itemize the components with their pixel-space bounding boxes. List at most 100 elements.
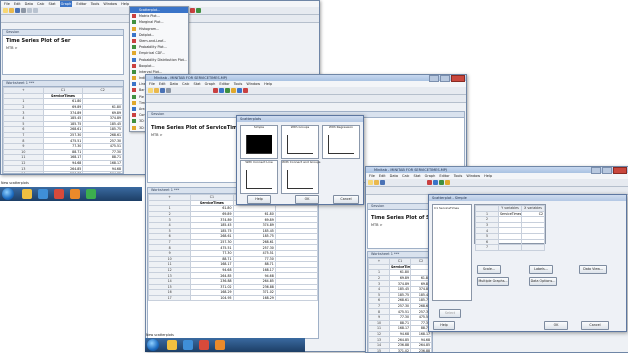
new-icon[interactable] — [148, 88, 153, 93]
with-connect-line-option[interactable]: With Connect Line — [240, 160, 278, 194]
with-connect-groups-option[interactable]: With Connect and Groups — [281, 160, 320, 194]
print-icon[interactable] — [166, 88, 171, 93]
variables-grid[interactable]: Y variables X variables 1 ServiceTimes C2 2 3 4… — [475, 205, 545, 251]
menu-tools[interactable]: Tools — [91, 1, 100, 7]
cut-icon[interactable] — [27, 8, 32, 13]
taskbar-icon[interactable] — [54, 189, 64, 199]
cell[interactable]: 236.88 — [42, 170, 84, 173]
mtb-prompt[interactable]: MTB > — [3, 44, 123, 52]
graph-tool-icon[interactable] — [213, 88, 218, 93]
help-button[interactable]: Help — [433, 321, 455, 330]
cell[interactable]: 236.88 — [410, 347, 432, 352]
taskbar-icon[interactable] — [199, 340, 209, 350]
worksheet-grid[interactable]: +C1C2C3ServiceTimes161.80269.8961.803374… — [148, 194, 318, 302]
graph-tool-icon[interactable] — [196, 8, 201, 13]
print-icon[interactable] — [21, 8, 26, 13]
start-button[interactable] — [2, 188, 14, 200]
copy-icon[interactable] — [33, 8, 38, 13]
column-name[interactable]: ServiceTimes — [389, 263, 411, 271]
menu-file[interactable]: File — [149, 81, 155, 87]
open-icon[interactable] — [374, 180, 379, 185]
ok-button[interactable]: OK — [544, 321, 568, 330]
graph-tool-icon[interactable] — [231, 88, 236, 93]
close-icon[interactable] — [613, 167, 627, 174]
menu-editor[interactable]: Editor — [76, 1, 86, 7]
menu-window[interactable]: Window — [103, 1, 117, 7]
maximize-icon[interactable] — [440, 75, 450, 82]
graph-tool-icon[interactable] — [445, 180, 450, 185]
taskbar-icon[interactable] — [183, 340, 193, 350]
new-icon[interactable] — [368, 180, 373, 185]
menu-window[interactable]: Window — [246, 81, 260, 87]
save-icon[interactable] — [380, 180, 385, 185]
cancel-button[interactable]: Cancel — [333, 195, 359, 204]
menu-file[interactable]: File — [369, 173, 375, 179]
menu-calc[interactable]: Calc — [402, 173, 410, 179]
menu-stat[interactable]: Stat — [194, 81, 201, 87]
open-icon[interactable] — [154, 88, 159, 93]
cancel-button[interactable]: Cancel — [581, 321, 609, 330]
menu-help[interactable]: Help — [264, 81, 272, 87]
menu-edit[interactable]: Edit — [379, 173, 386, 179]
graph-tool-icon[interactable] — [243, 88, 248, 93]
open-icon[interactable] — [9, 8, 14, 13]
help-button[interactable]: Help — [247, 195, 271, 204]
x-variable-cell[interactable] — [521, 244, 545, 251]
worksheet-grid[interactable]: +C1C2ServiceTimes161.80269.8961.803374.8… — [368, 258, 432, 352]
cell[interactable]: 168.29 — [232, 294, 276, 302]
variables-table[interactable]: Y variables X variables 1 ServiceTimes C2 2 3 4… — [474, 204, 546, 251]
menu-data[interactable]: Data — [170, 81, 178, 87]
with-regression-option[interactable]: With Regression — [322, 125, 360, 159]
menu-data[interactable]: Data — [390, 173, 398, 179]
cell[interactable]: 104.95 — [190, 294, 234, 302]
select-button[interactable]: Select — [439, 309, 461, 318]
column-list-item[interactable]: C1 ServiceTimes — [434, 206, 459, 210]
menu-graph[interactable]: Graph — [59, 1, 73, 7]
y-variable-cell[interactable] — [498, 244, 522, 251]
graph-tool-icon[interactable] — [219, 88, 224, 93]
menu-stat[interactable]: Stat — [49, 1, 56, 7]
menu-editor[interactable]: Editor — [219, 81, 229, 87]
new-icon[interactable] — [3, 8, 8, 13]
minimize-icon[interactable] — [429, 75, 439, 82]
cell[interactable]: 371.02 — [389, 347, 411, 352]
taskbar-icon[interactable] — [167, 340, 177, 350]
taskbar-icon[interactable] — [215, 340, 225, 350]
menu-editor[interactable]: Editor — [439, 173, 449, 179]
data-options-button[interactable]: Data Options... — [529, 277, 557, 286]
cell[interactable]: 264.85 — [82, 170, 123, 173]
data-view-button[interactable]: Data View... — [579, 265, 607, 274]
graph-tool-icon[interactable] — [237, 88, 242, 93]
start-button[interactable] — [147, 339, 159, 351]
minimize-icon[interactable] — [591, 167, 601, 174]
menu-help[interactable]: Help — [484, 173, 492, 179]
menu-data[interactable]: Data — [25, 1, 33, 7]
menu-edit[interactable]: Edit — [159, 81, 166, 87]
cell[interactable] — [274, 294, 318, 302]
maximize-icon[interactable] — [602, 167, 612, 174]
menu-tools[interactable]: Tools — [454, 173, 463, 179]
menu-stat[interactable]: Stat — [414, 173, 421, 179]
graph-tool-icon[interactable] — [439, 180, 444, 185]
graph-tool-icon[interactable] — [433, 180, 438, 185]
taskbar-icon[interactable] — [38, 189, 48, 199]
close-icon[interactable] — [451, 75, 465, 82]
menu-window[interactable]: Window — [466, 173, 480, 179]
menu-graph[interactable]: Graph — [425, 173, 436, 179]
menu-graph[interactable]: Graph — [205, 81, 216, 87]
graph-tool-icon[interactable] — [190, 8, 195, 13]
menu-calc[interactable]: Calc — [37, 1, 45, 7]
with-groups-option[interactable]: With Groups — [281, 125, 319, 159]
column-list[interactable]: C1 ServiceTimes — [432, 204, 472, 301]
taskbar-icon[interactable] — [86, 189, 96, 199]
menu-help[interactable]: Help — [121, 1, 129, 7]
save-icon[interactable] — [160, 88, 165, 93]
multiple-graphs-button[interactable]: Multiple Graphs... — [477, 277, 509, 286]
menu-tools[interactable]: Tools — [234, 81, 243, 87]
taskbar-icon[interactable] — [70, 189, 80, 199]
labels-button[interactable]: Labels... — [529, 265, 553, 274]
graph-tool-icon[interactable] — [427, 180, 432, 185]
menu-edit[interactable]: Edit — [14, 1, 21, 7]
save-icon[interactable] — [15, 8, 20, 13]
simple-option[interactable]: Simple — [240, 125, 278, 159]
